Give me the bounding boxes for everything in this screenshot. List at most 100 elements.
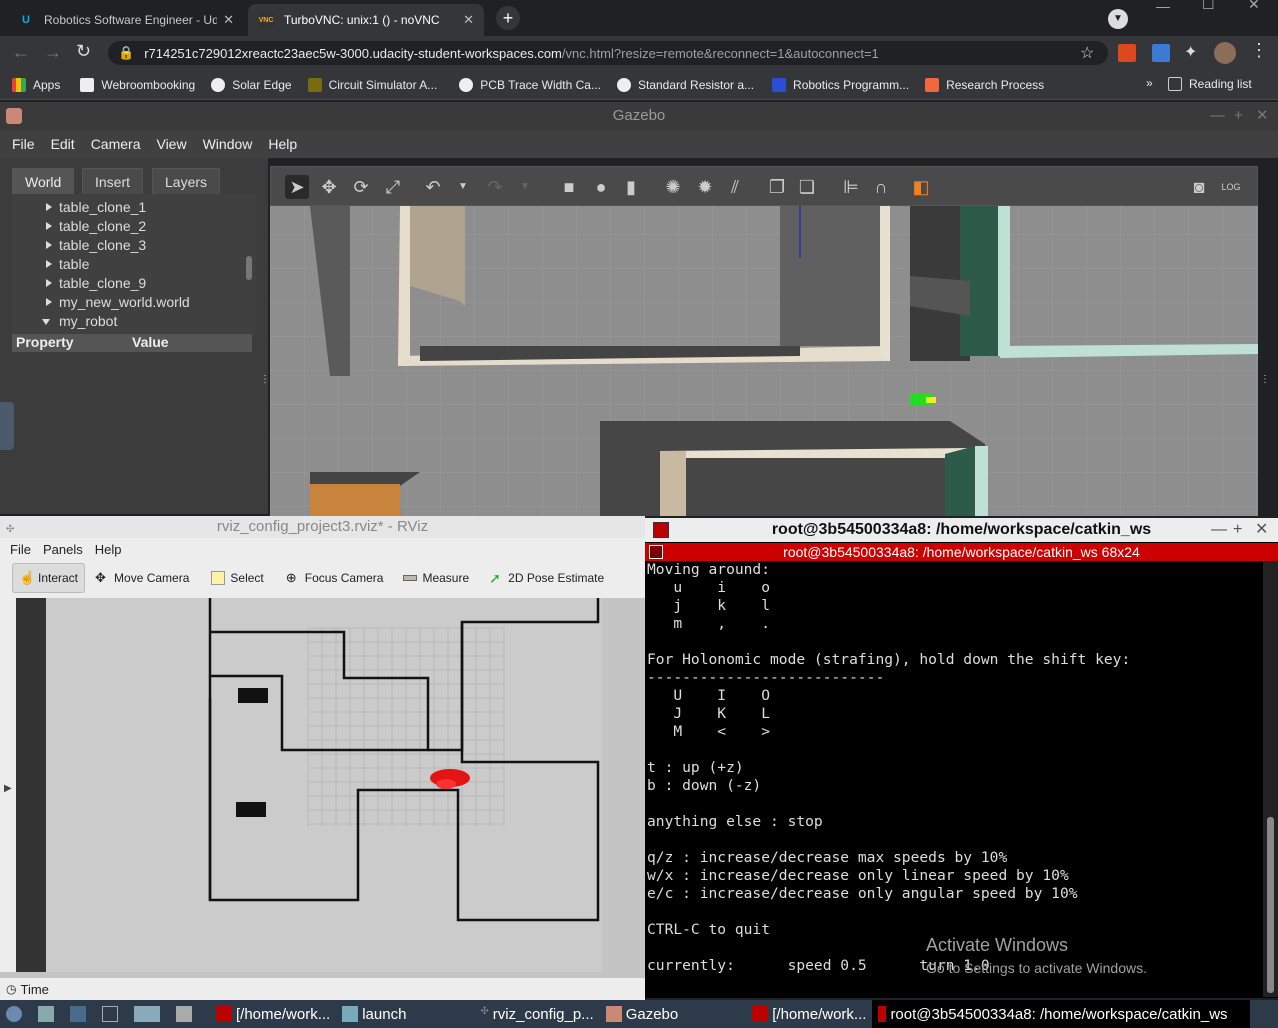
translate-icon[interactable]: ✥ — [317, 175, 341, 199]
directional-light-icon[interactable]: ⫽ — [723, 175, 747, 199]
tree-item[interactable]: table_clone_9 — [12, 274, 256, 293]
reload-icon[interactable]: ↻ — [76, 41, 91, 62]
new-tab-button[interactable]: + — [496, 6, 520, 30]
menu-file[interactable]: File — [10, 542, 31, 557]
launcher[interactable] — [64, 1000, 96, 1028]
rotate-icon[interactable]: ⟳ — [349, 175, 373, 199]
focus-camera-tool-button[interactable]: ⊕ Focus Camera — [280, 563, 390, 593]
redo-icon[interactable]: ↷ — [483, 175, 507, 199]
launcher[interactable] — [96, 1000, 128, 1028]
close-window-icon[interactable]: ✕ — [1248, 0, 1260, 13]
splitter-handle[interactable]: ⋮ — [260, 374, 270, 385]
menu-help[interactable]: Help — [95, 542, 122, 557]
snap-icon[interactable]: ∩ — [869, 175, 893, 199]
tree-item[interactable]: table_clone_1 — [12, 198, 256, 217]
minimize-icon[interactable]: — — [1156, 0, 1170, 14]
tree-item[interactable]: my_new_world.world — [12, 293, 256, 312]
taskbar-item-launch[interactable]: launch — [336, 1000, 412, 1028]
terminal-tab-header[interactable]: root@3b54500334a8: /home/workspace/catki… — [645, 543, 1278, 561]
align-icon[interactable]: ⊫ — [839, 175, 863, 199]
scale-icon[interactable]: ⤢ — [381, 175, 405, 199]
launcher[interactable] — [128, 1000, 170, 1028]
undo-history-icon[interactable]: ▼ — [451, 175, 475, 199]
start-button[interactable] — [0, 1000, 32, 1028]
close-icon[interactable]: ✕ — [1255, 518, 1268, 542]
bookmark-webroombooking[interactable]: Webroombooking — [80, 77, 195, 92]
copy-icon[interactable]: ❐ — [765, 175, 789, 199]
screenshot-icon[interactable]: ◙ — [1187, 175, 1211, 199]
more-menu-icon[interactable]: ⋮ — [1250, 40, 1268, 61]
maximize-icon[interactable]: + — [1233, 518, 1242, 542]
taskbar-item-terminal-2[interactable]: [/home/work... — [746, 1000, 872, 1028]
pose-estimate-tool-button[interactable]: ➚ 2D Pose Estimate — [483, 563, 610, 593]
select-arrow-icon[interactable]: ➤ — [285, 175, 309, 199]
menu-panels[interactable]: Panels — [43, 542, 83, 557]
minimize-icon[interactable]: — — [1210, 102, 1225, 130]
measure-tool-button[interactable]: Measure — [397, 563, 475, 593]
taskbar-item-terminal-active[interactable]: root@3b54500334a8: /home/workspace/catki… — [872, 1000, 1251, 1028]
redo-history-icon[interactable]: ▼ — [513, 175, 537, 199]
tab-search-icon[interactable]: ▼ — [1108, 9, 1128, 29]
launcher[interactable] — [170, 1000, 202, 1028]
undo-icon[interactable]: ↶ — [421, 175, 445, 199]
tree-item[interactable]: my_robot — [12, 312, 256, 331]
gazebo-3d-viewport[interactable] — [270, 166, 1258, 516]
tab-layers[interactable]: Layers — [152, 168, 221, 194]
close-tab-icon[interactable]: ✕ — [463, 12, 474, 28]
extension-icon[interactable] — [1152, 44, 1170, 62]
point-light-icon[interactable]: ✺ — [661, 175, 685, 199]
browser-tab-novnc[interactable]: VNC TurboVNC: unix:1 () - noVNC ✕ — [248, 4, 484, 36]
extensions-puzzle-icon[interactable]: ✦ — [1184, 42, 1197, 62]
view-angle-icon[interactable]: ◧ — [909, 175, 933, 199]
box-shape-icon[interactable]: ■ — [557, 175, 581, 199]
tree-item[interactable]: table_clone_2 — [12, 217, 256, 236]
browser-tab-udacity[interactable]: U Robotics Software Engineer - Uda ✕ — [8, 4, 244, 36]
paste-icon[interactable]: ❏ — [795, 175, 819, 199]
close-icon[interactable]: ✕ — [1256, 102, 1269, 130]
terminal-scrollbar[interactable] — [1263, 561, 1278, 997]
scroll-thumb[interactable] — [1267, 817, 1274, 993]
bookmark-pcb-trace[interactable]: PCB Trace Width Ca... — [459, 77, 601, 92]
rviz-render-view[interactable]: ▶ — [0, 598, 645, 990]
tab-insert[interactable]: Insert — [82, 168, 144, 194]
menu-window[interactable]: Window — [203, 136, 253, 152]
spot-light-icon[interactable]: ✹ — [693, 175, 717, 199]
menu-file[interactable]: File — [12, 136, 35, 152]
select-tool-button[interactable]: Select — [205, 563, 269, 593]
bookmark-circuit-simulator[interactable]: Circuit Simulator A... — [307, 77, 437, 92]
terminal-output[interactable]: Moving around: u i o j k l m , . For Hol… — [647, 561, 1259, 997]
taskbar-item-gazebo[interactable]: Gazebo — [600, 1000, 685, 1028]
tree-item[interactable]: table_clone_3 — [12, 236, 256, 255]
bookmark-standard-resistor[interactable]: Standard Resistor a... — [616, 77, 754, 92]
log-icon[interactable]: LOG — [1219, 175, 1243, 199]
taskbar-item-terminal-1[interactable]: [/home/work... — [210, 1000, 336, 1028]
forward-icon[interactable]: → — [44, 42, 62, 63]
menu-edit[interactable]: Edit — [51, 136, 75, 152]
reading-list-button[interactable]: Reading list — [1168, 77, 1252, 91]
maximize-icon[interactable]: + — [1234, 102, 1243, 130]
menu-view[interactable]: View — [156, 136, 186, 152]
profile-avatar[interactable] — [1214, 42, 1236, 64]
extension-icon[interactable] — [1118, 44, 1136, 62]
tree-item[interactable]: table — [12, 255, 256, 274]
more-bookmarks-icon[interactable]: » — [1146, 76, 1153, 90]
menu-camera[interactable]: Camera — [91, 136, 141, 152]
close-tab-icon[interactable]: ✕ — [223, 12, 234, 28]
sphere-shape-icon[interactable]: ● — [589, 175, 613, 199]
bookmark-apps[interactable]: Apps — [12, 77, 60, 92]
bookmark-star-icon[interactable]: ☆ — [1080, 43, 1094, 63]
interact-tool-button[interactable]: ☝ Interact — [12, 563, 86, 593]
bookmark-solar-edge[interactable]: Solar Edge — [211, 77, 292, 92]
move-camera-tool-button[interactable]: ✥ Move Camera — [89, 563, 195, 593]
minimize-icon[interactable]: — — [1211, 518, 1227, 542]
back-icon[interactable]: ← — [12, 42, 30, 63]
cylinder-shape-icon[interactable]: ▮ — [619, 175, 643, 199]
bookmark-research-process[interactable]: Research Process — [925, 77, 1044, 92]
tree-scrollbar[interactable] — [246, 256, 252, 280]
url-field[interactable]: 🔒 r714251c729012xreactc23aec5w-3000.udac… — [108, 41, 1108, 65]
tab-world[interactable]: World — [12, 168, 75, 194]
panel-expand-handle[interactable] — [0, 402, 14, 450]
maximize-icon[interactable]: ☐ — [1202, 0, 1215, 13]
splitter-handle[interactable]: ⋮ — [1260, 374, 1270, 385]
launcher[interactable] — [32, 1000, 64, 1028]
